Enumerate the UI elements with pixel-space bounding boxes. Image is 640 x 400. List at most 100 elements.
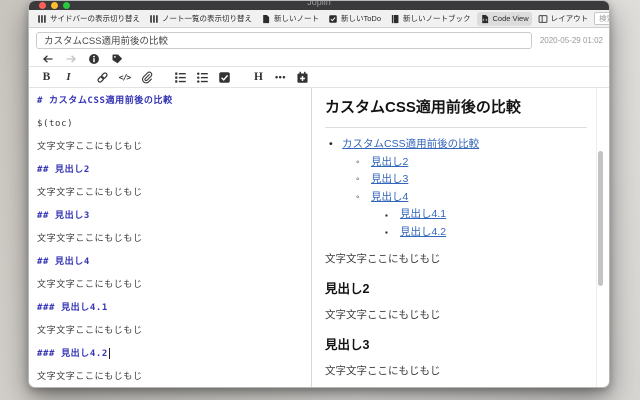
layout-icon bbox=[538, 14, 548, 23]
insert-datetime-button[interactable] bbox=[294, 68, 311, 86]
numbered-list-button[interactable] bbox=[172, 68, 189, 86]
viewer-heading: 見出し2 bbox=[325, 282, 370, 296]
toc-link[interactable]: 見出し4.2 bbox=[400, 226, 446, 238]
numbered-list-icon bbox=[175, 71, 186, 83]
checkbox-button[interactable] bbox=[216, 68, 233, 86]
editor-line: $(toc) bbox=[37, 119, 74, 129]
toolbar-item-label: 新しいノートブック bbox=[403, 14, 471, 23]
new-note-icon bbox=[263, 14, 270, 23]
toc-item: ◦ 見出し2 bbox=[325, 154, 587, 172]
editor-line: 文字文字ここにもじもじ bbox=[37, 280, 143, 290]
heading-icon: H bbox=[254, 71, 263, 83]
toolbar-item-label: サイドバーの表示切り替え bbox=[50, 14, 140, 23]
heading-button[interactable]: H bbox=[250, 68, 267, 86]
more-options-button[interactable]: ••• bbox=[272, 68, 289, 86]
viewer-heading: 見出し3 bbox=[325, 338, 370, 352]
viewer-scrollbar[interactable] bbox=[596, 88, 604, 387]
back-button[interactable] bbox=[41, 53, 54, 65]
toc-link[interactable]: 見出し4.1 bbox=[400, 208, 446, 220]
italic-icon: I bbox=[66, 71, 71, 83]
note-title-row: 2020-05-29 01:02 bbox=[29, 28, 609, 52]
italic-button[interactable]: I bbox=[60, 68, 77, 86]
bulleted-list-button[interactable] bbox=[194, 68, 211, 86]
editor-line: ### 見出し4.1 bbox=[37, 303, 108, 313]
new-notebook-button[interactable]: 新しいノートブック bbox=[387, 11, 474, 26]
toc-list: • カスタムCSS適用前後の比較 ◦ 見出し2 ◦ 見出し3 ◦ 見出し4 ▪ 見出し4.1 ▪ 見出… bbox=[325, 136, 587, 241]
toolbar-item-label: 新しいToDo bbox=[341, 14, 382, 23]
window-titlebar: Joplin bbox=[29, 1, 609, 10]
toc-item: ◦ 見出し3 bbox=[325, 171, 587, 189]
markdown-viewer[interactable]: カスタムCSS適用前後の比較 • カスタムCSS適用前後の比較 ◦ 見出し2 ◦ 見出し3… bbox=[312, 88, 609, 387]
forward-button bbox=[64, 53, 77, 65]
editor-line: ## 見出し4 bbox=[37, 257, 90, 267]
search-bar bbox=[594, 12, 609, 25]
note-title-input[interactable] bbox=[36, 31, 532, 49]
note-nav-row bbox=[29, 52, 609, 66]
attach-file-button[interactable] bbox=[138, 68, 155, 86]
inline-code-button[interactable]: </> bbox=[116, 68, 133, 86]
viewer-paragraph: 文字文字ここにもじもじ bbox=[325, 365, 441, 377]
editor-line: # カスタムCSS適用前後の比較 bbox=[37, 96, 173, 106]
editor-line: ## 見出し2 bbox=[37, 165, 90, 175]
hyperlink-button[interactable] bbox=[94, 68, 111, 86]
scrollbar-thumb[interactable] bbox=[598, 151, 603, 286]
checkbox-icon bbox=[219, 71, 230, 83]
bold-icon: B bbox=[42, 71, 51, 83]
toggle-sidebar-button[interactable]: サイドバーの表示切り替え bbox=[34, 11, 143, 26]
toc-link[interactable]: 見出し4 bbox=[371, 191, 408, 203]
note-timestamp: 2020-05-29 01:02 bbox=[539, 35, 603, 45]
text-cursor bbox=[108, 348, 110, 359]
toolbar-item-label: 新しいノート bbox=[274, 14, 319, 23]
toc-item: ▪ 見出し4.1 bbox=[325, 206, 587, 224]
tags-button[interactable] bbox=[110, 53, 123, 65]
viewer-sections: 文字文字ここにもじもじ 見出し2 文字文字ここにもじもじ 見出し3 文字文字ここにもじも… bbox=[325, 251, 587, 387]
viewer-title: カスタムCSS適用前後の比較 bbox=[325, 96, 587, 128]
window-title: Joplin bbox=[307, 1, 331, 7]
new-todo-icon bbox=[329, 14, 337, 23]
toggle-note-list-icon bbox=[150, 14, 158, 23]
note-content-split: # カスタムCSS適用前後の比較 $(toc) 文字文字ここにもじもじ ## 見出し2… bbox=[29, 88, 609, 387]
code-view-button[interactable]: Code View bbox=[476, 11, 532, 26]
bullet-icon: ◦ bbox=[356, 174, 360, 185]
paperclip-icon bbox=[142, 71, 153, 83]
bullet-icon: ▪ bbox=[385, 228, 388, 237]
toc-link[interactable]: 見出し2 bbox=[371, 156, 408, 168]
toc-item: • カスタムCSS適用前後の比較 bbox=[325, 136, 587, 154]
toc-item: ◦ 見出し4 bbox=[325, 189, 587, 207]
editor-line: 文字文字ここにもじもじ bbox=[37, 234, 143, 244]
new-todo-button[interactable]: 新しいToDo bbox=[325, 11, 384, 26]
toolbar-item-label: Code View bbox=[492, 14, 529, 23]
toc-link[interactable]: 見出し3 bbox=[371, 173, 408, 185]
bullet-icon: • bbox=[329, 138, 333, 150]
forward-arrow-icon bbox=[66, 55, 76, 63]
hyperlink-icon bbox=[97, 71, 108, 83]
more-icon: ••• bbox=[275, 72, 286, 82]
new-notebook-icon bbox=[391, 14, 399, 23]
code-icon: </> bbox=[118, 72, 131, 82]
layout-button[interactable]: レイアウト bbox=[535, 11, 592, 26]
info-icon bbox=[88, 54, 99, 64]
editor-lines: # カスタムCSS適用前後の比較 $(toc) 文字文字ここにもじもじ ## 見出し2… bbox=[37, 90, 311, 387]
tag-icon bbox=[112, 54, 122, 64]
new-note-button[interactable]: 新しいノート bbox=[258, 11, 322, 26]
joplin-window: Joplin サイドバーの表示切り替え ノート一覧の表示切り替え 新しいノート … bbox=[28, 0, 610, 388]
bullet-icon: ▪ bbox=[385, 210, 388, 220]
calendar-plus-icon bbox=[297, 71, 308, 83]
editor-line: 文字文字ここにもじもじ bbox=[37, 372, 143, 382]
toolbar-item-label: レイアウト bbox=[550, 14, 589, 23]
bold-button[interactable]: B bbox=[38, 68, 55, 86]
toc-item: ▪ 見出し4.2 bbox=[325, 224, 587, 242]
note-properties-button[interactable] bbox=[87, 53, 100, 65]
editor-line: ### 見出し4.2 bbox=[37, 348, 110, 359]
bulleted-list-icon bbox=[197, 72, 208, 83]
markdown-editor[interactable]: # カスタムCSS適用前後の比較 $(toc) 文字文字ここにもじもじ ## 見出し2… bbox=[29, 88, 312, 387]
search-input[interactable] bbox=[594, 12, 609, 25]
app-toolbar: サイドバーの表示切り替え ノート一覧の表示切り替え 新しいノート 新しいToDo… bbox=[29, 10, 609, 28]
toggle-note-list-button[interactable]: ノート一覧の表示切り替え bbox=[146, 11, 255, 26]
back-arrow-icon bbox=[42, 55, 52, 63]
bullet-icon: ◦ bbox=[356, 156, 360, 168]
toc-link[interactable]: カスタムCSS適用前後の比較 bbox=[342, 138, 479, 150]
editor-line: 文字文字ここにもじもじ bbox=[37, 142, 143, 152]
code-view-icon bbox=[481, 14, 488, 23]
toolbar-item-label: ノート一覧の表示切り替え bbox=[162, 14, 252, 23]
